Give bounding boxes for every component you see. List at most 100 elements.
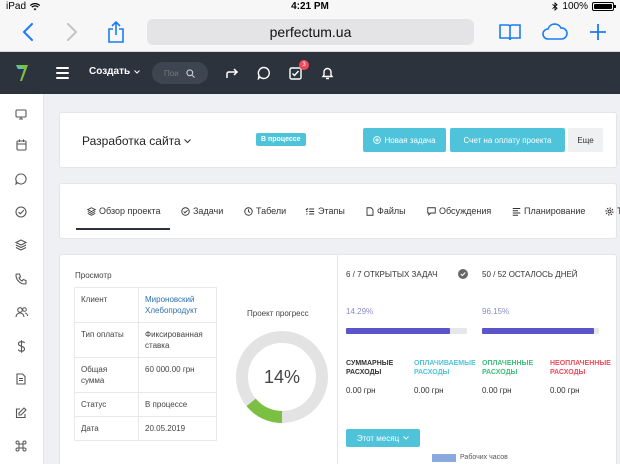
- table-row: Клиент Мироновский Хлебопродукт: [74, 287, 217, 323]
- document-icon: [16, 373, 26, 385]
- sidebar-item-apps[interactable]: [13, 438, 29, 454]
- tab-files[interactable]: Файлы: [366, 206, 406, 216]
- sidebar-item-calendar[interactable]: [13, 137, 29, 153]
- ios-clock: 4:21 PM: [291, 1, 329, 12]
- active-tab-indicator: [76, 228, 170, 230]
- tab-label: Обзор проекта: [99, 206, 161, 216]
- sidebar-item-notes[interactable]: [13, 405, 29, 421]
- chevron-down-icon: [183, 138, 191, 143]
- sidebar-item-projects[interactable]: [13, 237, 29, 253]
- divider: [337, 255, 338, 464]
- app-topbar: Создать 3: [0, 52, 620, 94]
- info-key: Клиент: [74, 287, 139, 323]
- battery-percent: 100%: [562, 1, 588, 12]
- new-tab-icon[interactable]: [586, 19, 610, 45]
- address-bar[interactable]: perfectum.ua: [147, 19, 474, 45]
- chat-icon[interactable]: [256, 65, 272, 81]
- calendar-icon: [15, 139, 27, 151]
- overview-section-label: Просмотр: [75, 271, 112, 280]
- tab-timesheets[interactable]: Табели: [244, 206, 286, 216]
- sidebar-item-finance[interactable]: [13, 338, 29, 354]
- share-icon[interactable]: [104, 19, 128, 45]
- logo[interactable]: [0, 52, 44, 94]
- expense-value-paid: 0.00 грн: [482, 386, 512, 395]
- bookmarks-icon[interactable]: [497, 19, 523, 45]
- bluetooth-icon: [552, 2, 559, 11]
- tasks-progress-bar: [346, 328, 467, 334]
- table-row: Общая сумма 60 000.00 грн: [74, 357, 217, 393]
- dollar-icon: [17, 339, 25, 353]
- expense-value-total: 0.00 грн: [346, 386, 376, 395]
- tab-label: Этапы: [318, 206, 345, 216]
- check-circle-icon: [15, 206, 27, 218]
- chevron-down-icon: [134, 69, 140, 74]
- new-task-button[interactable]: Новая задача: [363, 128, 446, 152]
- sidebar: [0, 94, 44, 464]
- tab-planning[interactable]: Планирование: [512, 206, 585, 216]
- search-input[interactable]: [164, 68, 186, 78]
- tab-more[interactable]: Т: [605, 206, 620, 216]
- info-value: 60 000.00 грн: [138, 357, 217, 393]
- period-dropdown[interactable]: Этот месяц: [346, 429, 420, 447]
- info-key: Тип оплаты: [74, 322, 139, 358]
- tasks-progress-fill: [346, 328, 450, 334]
- tab-tasks[interactable]: Задачи: [181, 206, 223, 216]
- edit-icon: [15, 407, 27, 419]
- command-icon: [15, 440, 27, 452]
- invoice-button[interactable]: Счет на оплату проекта: [450, 128, 565, 152]
- sidebar-item-clients[interactable]: [13, 304, 29, 320]
- search-icon[interactable]: [186, 68, 195, 78]
- share-arrow-icon[interactable]: [224, 65, 240, 81]
- status-badge: В процессе: [256, 133, 306, 146]
- tab-label: Планирование: [524, 206, 586, 216]
- browser-toolbar: perfectum.ua: [0, 14, 620, 52]
- tab-label: Обсуждения: [439, 206, 492, 216]
- tab-overview[interactable]: Обзор проекта: [87, 206, 160, 216]
- monitor-icon: [15, 108, 27, 120]
- chevron-down-icon: [403, 436, 410, 440]
- tab-stages[interactable]: Этапы: [305, 206, 345, 216]
- sidebar-item-chat[interactable]: [13, 171, 29, 187]
- sidebar-item-dashboard[interactable]: [13, 106, 29, 122]
- bell-icon[interactable]: [319, 65, 335, 81]
- cloud-icon[interactable]: [540, 19, 570, 45]
- menu-icon[interactable]: [56, 67, 69, 79]
- back-icon[interactable]: [18, 19, 38, 45]
- tab-label: Табели: [256, 206, 287, 216]
- search-box: [152, 62, 208, 84]
- table-row: Тип оплаты Фиксированная ставка: [74, 322, 217, 358]
- project-title-dropdown[interactable]: Разработка сайта: [82, 134, 191, 148]
- open-tasks-percent: 14.29%: [346, 307, 374, 316]
- create-dropdown[interactable]: Создать: [89, 66, 140, 77]
- info-value: 20.05.2019: [138, 416, 217, 441]
- create-label: Создать: [89, 66, 131, 77]
- info-key: Статус: [74, 392, 139, 417]
- project-info-table: Клиент Мироновский Хлебопродукт Тип опла…: [74, 287, 217, 441]
- info-key: Общая сумма: [74, 357, 139, 393]
- project-tabs: Обзор проекта Задачи Табели Этапы Файлы …: [59, 183, 620, 239]
- forward-icon[interactable]: [62, 19, 82, 45]
- client-link[interactable]: Мироновский Хлебопродукт: [138, 287, 217, 323]
- progress-title: Проект прогресс: [247, 309, 309, 318]
- sidebar-item-calls[interactable]: [13, 271, 29, 287]
- overview-panel: Просмотр Клиент Мироновский Хлебопродукт…: [59, 254, 617, 464]
- file-icon: [366, 206, 374, 216]
- new-task-label: Новая задача: [384, 135, 436, 145]
- check-circle-icon: [181, 206, 190, 216]
- check-badge-icon: [458, 269, 468, 279]
- days-left-stat: 50 / 52 ОСТАЛОСЬ ДНЕЙ: [482, 270, 578, 279]
- comment-icon: [427, 206, 436, 216]
- expense-label-billable: ОПЛАЧИВАЕМЫЕ РАСХОДЫ: [414, 360, 476, 376]
- more-button[interactable]: Еще: [568, 128, 603, 152]
- table-row: Дата 20.05.2019: [74, 416, 217, 441]
- tab-discussions[interactable]: Обсуждения: [427, 206, 491, 216]
- info-value: Фиксированная ставка: [138, 322, 217, 358]
- legend-label: Рабочих часов: [460, 454, 508, 461]
- info-key: Дата: [74, 416, 139, 441]
- sidebar-item-documents[interactable]: [13, 371, 29, 387]
- tasks-icon[interactable]: 3: [287, 60, 309, 81]
- info-value: В процессе: [138, 392, 217, 417]
- sidebar-item-tasks[interactable]: [13, 204, 29, 220]
- days-progress-bar: [482, 328, 599, 334]
- clock-icon: [244, 206, 253, 216]
